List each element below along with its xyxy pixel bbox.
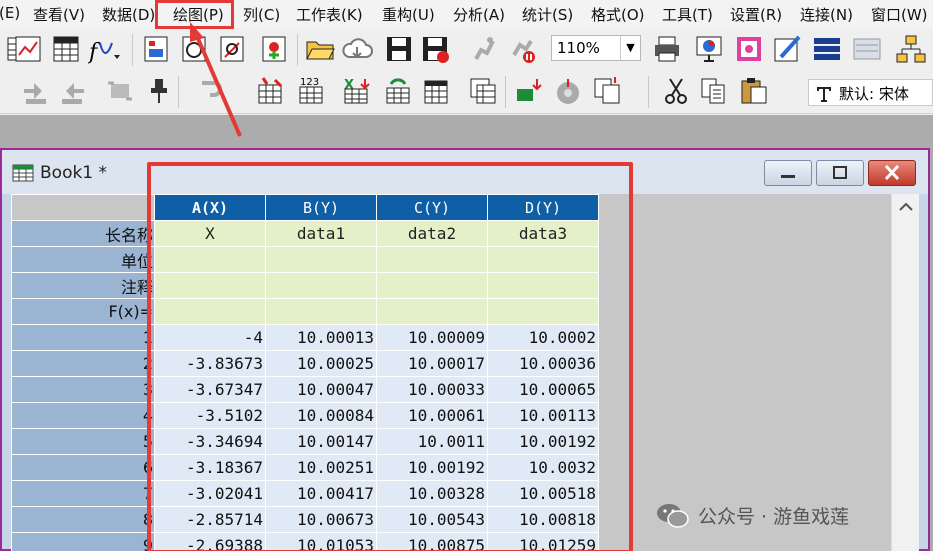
vertical-scrollbar[interactable] [891, 194, 919, 551]
menu-column[interactable]: 列(C) [243, 4, 280, 25]
svg-text:f: f [88, 40, 101, 65]
new-matrix-icon[interactable] [50, 33, 82, 65]
wechat-icon [657, 504, 689, 528]
row-number[interactable]: 7 [11, 480, 155, 507]
results-log-icon[interactable] [811, 33, 843, 65]
menu-statistics[interactable]: 统计(S) [522, 4, 573, 25]
minimize-icon [781, 175, 795, 178]
slideshow-icon[interactable] [693, 33, 725, 65]
messages-log-icon[interactable] [851, 33, 883, 65]
row-number[interactable]: 9 [11, 532, 155, 551]
batch-run-icon[interactable] [468, 33, 500, 65]
new-layout-icon[interactable] [140, 33, 172, 65]
recalculate-icon[interactable] [506, 33, 538, 65]
project-explorer-icon[interactable] [895, 33, 927, 65]
watermark-text: 公众号 · 游鱼戏莲 [698, 505, 850, 528]
undo-icon[interactable] [194, 75, 226, 107]
row-number[interactable]: 2 [11, 350, 155, 377]
cloud-icon[interactable] [341, 33, 373, 65]
refresh-icon[interactable] [104, 75, 136, 107]
row-header-long-name[interactable]: 长名称 [11, 220, 155, 247]
new-notes-icon[interactable] [178, 33, 210, 65]
clone-sheet-icon[interactable] [591, 75, 623, 107]
select-all-corner[interactable] [11, 194, 155, 221]
font-name: 默认: 宋体 [839, 85, 909, 103]
save-icon[interactable] [383, 33, 415, 65]
maximize-button[interactable] [816, 160, 864, 186]
menu-analysis[interactable]: 分析(A) [453, 4, 505, 25]
insert-column-icon[interactable] [58, 75, 90, 107]
app-window: (E) 查看(V) 数据(D) 绘图(P) 列(C) 工作表(K) 重构(U) … [0, 0, 933, 551]
import-icon[interactable] [513, 75, 545, 107]
cut-icon[interactable] [660, 75, 692, 107]
worksheet-toolbar: 123 X 默认: 宋体 [0, 70, 933, 114]
menu-tools[interactable]: 工具(T) [662, 4, 713, 25]
fill-row-numbers-icon[interactable]: 123 [296, 75, 328, 107]
open-folder-icon[interactable] [304, 33, 336, 65]
paste-icon[interactable] [738, 75, 770, 107]
menu-view[interactable]: 查看(V) [33, 4, 85, 25]
set-column-values-icon[interactable] [255, 75, 287, 107]
row-header-units[interactable]: 单位 [11, 246, 155, 273]
new-function-icon[interactable]: f [88, 33, 120, 65]
chevron-down-icon[interactable]: ▼ [620, 36, 640, 60]
new-graph-icon[interactable] [12, 33, 44, 65]
disc-icon[interactable] [552, 75, 584, 107]
row-number[interactable]: 6 [11, 454, 155, 481]
code-builder-icon[interactable] [771, 33, 803, 65]
row-number[interactable]: 8 [11, 506, 155, 533]
pin-icon[interactable] [143, 75, 175, 107]
watermark: 公众号 · 游鱼戏莲 [656, 500, 849, 530]
menu-bar: (E) 查看(V) 数据(D) 绘图(P) 列(C) 工作表(K) 重构(U) … [0, 0, 933, 28]
zoom-value: 110% [557, 39, 600, 57]
svg-text:123: 123 [300, 77, 319, 88]
menu-edit[interactable]: (E) [0, 4, 20, 22]
copy-icon[interactable] [698, 75, 730, 107]
add-rows-icon[interactable] [421, 75, 453, 107]
new-project-icon[interactable] [258, 33, 290, 65]
refresh-data-icon[interactable] [383, 75, 415, 107]
columns-highlight [147, 162, 633, 551]
row-number[interactable]: 4 [11, 402, 155, 429]
save-template-icon[interactable] [419, 33, 451, 65]
maximize-icon [833, 166, 847, 179]
add-column-icon[interactable] [18, 75, 50, 107]
plot-menu-highlight [155, 0, 234, 29]
chevron-up-icon[interactable] [892, 194, 920, 218]
row-header-formula[interactable]: F(x)= [11, 298, 155, 325]
menu-window[interactable]: 窗口(W) [871, 4, 928, 25]
menu-settings[interactable]: 设置(R) [730, 4, 782, 25]
standard-toolbar: f 110% ▼ [0, 28, 933, 70]
minimize-button[interactable] [764, 160, 812, 186]
row-header-comments[interactable]: 注释 [11, 272, 155, 299]
zoom-combo[interactable]: 110% ▼ [551, 35, 641, 61]
menu-format[interactable]: 格式(O) [591, 4, 645, 25]
copy-sheet-icon[interactable] [467, 75, 499, 107]
workbook-title: Book1 * [40, 163, 108, 183]
text-tool-icon [817, 87, 831, 102]
menu-reshape[interactable]: 重构(U) [382, 4, 435, 25]
presentation-icon[interactable] [733, 33, 765, 65]
row-number[interactable]: 1 [11, 324, 155, 351]
export-excel-icon[interactable]: X [341, 75, 373, 107]
menu-data[interactable]: 数据(D) [102, 4, 155, 25]
menu-connect[interactable]: 连接(N) [800, 4, 853, 25]
new-excel-icon[interactable] [216, 33, 248, 65]
worksheet-icon [12, 164, 34, 182]
close-icon [884, 164, 900, 181]
row-number[interactable]: 3 [11, 376, 155, 403]
menu-worksheet[interactable]: 工作表(K) [296, 4, 363, 25]
print-icon[interactable] [651, 33, 683, 65]
row-number[interactable]: 5 [11, 428, 155, 455]
close-button[interactable] [868, 160, 916, 186]
